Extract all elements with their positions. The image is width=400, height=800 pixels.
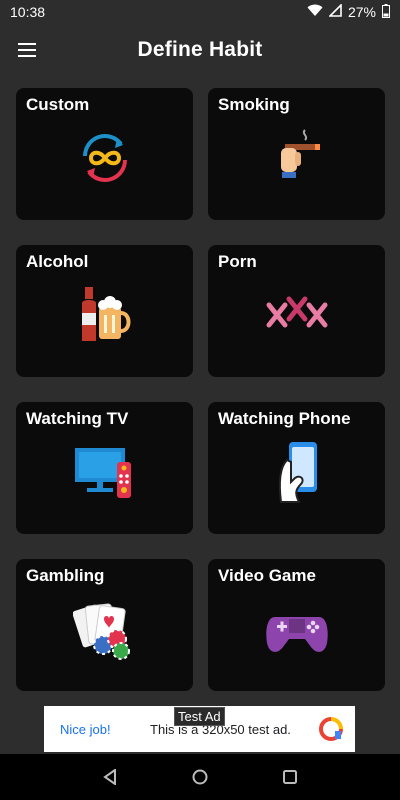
cards-chips-icon [72,603,130,660]
app-bar: Define Habit [0,24,400,76]
habit-card-label: Porn [218,252,257,271]
back-button[interactable] [100,767,120,787]
menu-button[interactable] [12,36,42,64]
cigarette-hand-icon [280,129,320,178]
system-nav-bar [0,754,400,800]
home-icon [192,769,208,785]
habit-card-label: Video Game [218,566,316,585]
habit-card-alcohol[interactable]: Alcohol [16,245,193,377]
habit-card-label: Watching TV [26,409,129,428]
ad-headline: Nice job! [60,721,111,737]
status-bar: 10:38 27% [0,0,400,24]
gamepad-icon [265,617,328,652]
beer-bottle-mug-icon [81,287,130,341]
habit-card-label: Smoking [218,95,290,114]
infinity-cycle-icon [82,134,127,182]
test-ad-tag: Test Ad [174,707,225,726]
habit-grid: Custom Smoking Alcohol Porn Watching TV … [16,88,385,691]
wifi-icon [307,4,323,20]
habit-card-porn[interactable]: Porn [208,245,385,377]
page-title: Define Habit [137,38,263,61]
hamburger-menu-icon [18,43,36,57]
hand-phone-icon [278,442,317,503]
recents-button[interactable] [280,767,300,787]
back-icon [103,769,116,785]
status-time: 10:38 [10,4,46,20]
tv-remote-icon [74,448,131,498]
habit-card-gambling[interactable]: Gambling [16,559,193,691]
home-button[interactable] [190,767,210,787]
habit-card-label: Alcohol [26,252,89,271]
status-icons: 27% [307,3,390,21]
habit-card-label: Gambling [26,566,105,585]
habit-card-label: Watching Phone [218,409,351,428]
habit-card-custom[interactable]: Custom [16,88,193,220]
battery-text: 27% [347,4,376,20]
signal-icon [328,3,342,20]
recents-icon [283,770,297,784]
habit-card-watching-tv[interactable]: Watching TV [16,402,193,534]
habit-card-watching-phone[interactable]: Watching Phone [208,402,385,534]
habit-card-video-game[interactable]: Video Game [208,559,385,691]
habit-card-label: Custom [26,95,90,114]
xxx-icon [266,296,327,328]
ad-logo-icon [319,717,343,741]
battery-icon [382,3,390,21]
habit-card-smoking[interactable]: Smoking [208,88,385,220]
